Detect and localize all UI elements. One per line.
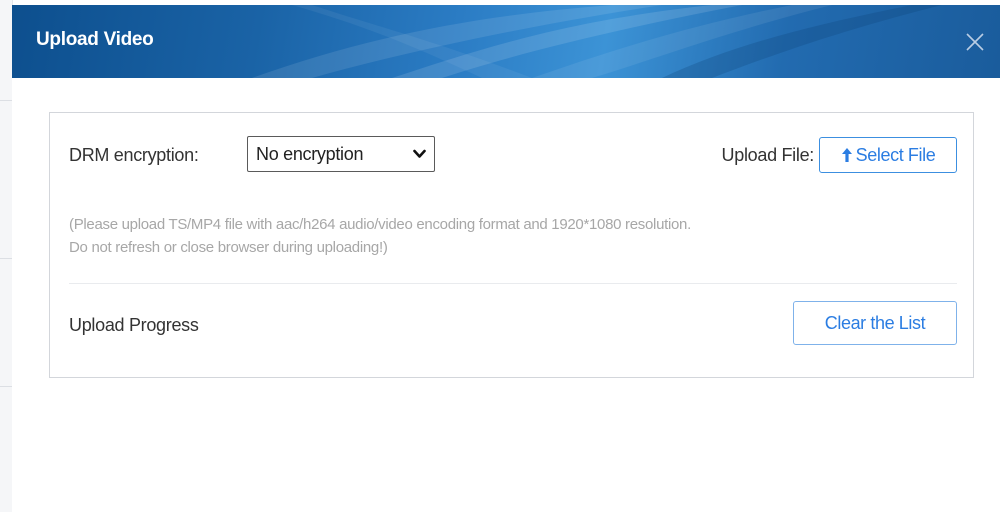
clear-list-label: Clear the List [824, 312, 926, 333]
arrow-up-icon [841, 148, 852, 162]
upload-progress-label: Upload Progress [69, 315, 199, 335]
drm-selected-value: No encryption [256, 143, 364, 164]
dialog-header: Upload Video [12, 5, 1000, 78]
chevron-down-icon [413, 149, 426, 158]
close-icon [966, 33, 984, 51]
upload-options-row: DRM encryption: No encryption Upload Fil… [69, 135, 957, 175]
upload-panel: DRM encryption: No encryption Upload Fil… [49, 112, 974, 378]
header-decoration [252, 5, 942, 78]
drm-encryption-select[interactable]: No encryption [247, 136, 435, 172]
close-button[interactable] [962, 29, 988, 55]
hint-line: (Please upload TS/MP4 file with aac/h264… [69, 216, 691, 233]
section-divider [69, 283, 957, 284]
upload-video-dialog: Upload Video DRM encryption: No encrypti… [12, 5, 1000, 512]
select-file-label: Select File [855, 144, 936, 165]
select-file-button[interactable]: Select File [819, 137, 957, 173]
backdrop-divider [0, 258, 12, 259]
hint-line: Do not refresh or close browser during u… [69, 239, 388, 256]
drm-encryption-label: DRM encryption: [69, 145, 199, 165]
dialog-title: Upload Video [36, 29, 154, 50]
backdrop-divider [0, 100, 12, 101]
upload-file-label: Upload File: [721, 145, 815, 165]
clear-list-button[interactable]: Clear the List [793, 301, 957, 345]
upload-requirements-hint: (Please upload TS/MP4 file with aac/h264… [69, 213, 959, 259]
backdrop-divider [0, 386, 12, 387]
